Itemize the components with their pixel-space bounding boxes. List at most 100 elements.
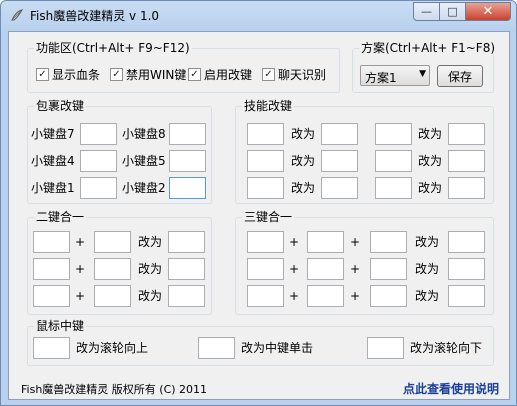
combo3-key2-input[interactable]: [307, 258, 344, 280]
checkbox-show-health[interactable]: ✓ 显示血条: [36, 66, 100, 83]
plus-label: +: [75, 262, 86, 276]
skill-target-input[interactable]: [448, 177, 485, 199]
maximize-button[interactable]: □: [439, 2, 466, 21]
checkbox-label: 禁用WIN键: [126, 68, 187, 82]
checkmark-icon: ✓: [36, 68, 49, 81]
change-to-label: 改为: [415, 289, 440, 303]
skill-source-input[interactable]: [375, 150, 412, 172]
combo2-key2-input[interactable]: [94, 258, 131, 280]
change-to-label: 改为: [138, 235, 163, 249]
inventory-slot-input[interactable]: [169, 123, 206, 145]
combo2-key1-input[interactable]: [33, 285, 70, 307]
change-to-label: 改为: [415, 262, 440, 276]
plus-label: +: [350, 262, 361, 276]
skill-target-input[interactable]: [448, 123, 485, 145]
fish-app-icon: [11, 9, 24, 21]
minimize-icon: —: [421, 5, 432, 18]
skill-target-input[interactable]: [321, 123, 358, 145]
change-to-label: 改为: [418, 181, 443, 195]
combo2-target-input[interactable]: [168, 231, 205, 253]
inventory-slot-label: 小键盘2: [122, 181, 166, 195]
inventory-slot-label: 小键盘4: [31, 154, 75, 168]
combo2-title: 二键合一: [34, 210, 87, 224]
skill-target-input[interactable]: [321, 177, 358, 199]
client-area: 功能区(Ctrl+Alt+ F9~F12) ✓ 显示血条 ✓ 禁用WIN键 ✓ …: [8, 31, 510, 400]
plus-label: +: [75, 289, 86, 303]
mouse-scroll-up-input[interactable]: [33, 337, 70, 359]
scheme-selected-value: 方案1: [365, 71, 397, 85]
mouse-middle-click-input[interactable]: [198, 337, 235, 359]
middle-click-label: 改为中键单击: [241, 341, 314, 355]
combo2-key2-input[interactable]: [94, 285, 131, 307]
function-area-title: 功能区(Ctrl+Alt+ F9~F12): [34, 41, 192, 55]
maximize-icon: □: [447, 5, 458, 18]
combo3-key1-input[interactable]: [247, 258, 284, 280]
skill-source-input[interactable]: [375, 177, 412, 199]
skill-target-input[interactable]: [448, 150, 485, 172]
main-window: Fish魔兽改建精灵 v 1.0 — □ ✕ 功能区(Ctrl+Alt+ F9~…: [0, 0, 517, 406]
combo3-target-input[interactable]: [448, 231, 485, 253]
checkbox-disable-win[interactable]: ✓ 禁用WIN键: [110, 66, 186, 83]
combo3-target-input[interactable]: [448, 285, 485, 307]
combo3-key1-input[interactable]: [247, 285, 284, 307]
inventory-slot-input[interactable]: [169, 150, 206, 172]
help-link[interactable]: 点此查看使用说明: [403, 380, 499, 397]
checkbox-chat-detect[interactable]: ✓ 聊天识别: [262, 66, 326, 83]
combo3-key3-input[interactable]: [370, 231, 407, 253]
change-to-label: 改为: [138, 289, 163, 303]
checkbox-label: 聊天识别: [278, 68, 327, 82]
window-title: Fish魔兽改建精灵 v 1.0: [30, 9, 160, 23]
checkmark-icon: ✓: [188, 68, 201, 81]
inventory-slot-label: 小键盘1: [31, 181, 75, 195]
inventory-title: 包裹改键: [34, 99, 87, 113]
inventory-slot-label: 小键盘5: [122, 154, 166, 168]
combo3-key1-input[interactable]: [247, 231, 284, 253]
combo2-target-input[interactable]: [168, 285, 205, 307]
title-bar[interactable]: Fish魔兽改建精灵 v 1.0 — □ ✕: [1, 1, 516, 30]
combo2-key1-input[interactable]: [33, 231, 70, 253]
save-button[interactable]: 保存: [437, 65, 483, 87]
scheme-title: 方案(Ctrl+Alt+ F1~F8): [359, 41, 498, 55]
skill-source-input[interactable]: [247, 177, 284, 199]
checkbox-label: 启用改键: [204, 68, 253, 82]
minimize-button[interactable]: —: [413, 2, 440, 21]
skill-source-input[interactable]: [375, 123, 412, 145]
close-button[interactable]: ✕: [465, 2, 511, 21]
checkbox-enable-remap[interactable]: ✓ 启用改键: [188, 66, 252, 83]
plus-label: +: [350, 289, 361, 303]
skill-target-input[interactable]: [321, 150, 358, 172]
skill-source-input[interactable]: [247, 123, 284, 145]
change-to-label: 改为: [418, 154, 443, 168]
mouse-scroll-down-input[interactable]: [367, 337, 404, 359]
skill-source-input[interactable]: [247, 150, 284, 172]
combo2-key1-input[interactable]: [33, 258, 70, 280]
inventory-slot-label: 小键盘7: [31, 127, 75, 141]
dropdown-arrow-icon: ▼: [419, 69, 426, 79]
combo3-target-input[interactable]: [448, 258, 485, 280]
combo3-key3-input[interactable]: [370, 285, 407, 307]
plus-label: +: [350, 235, 361, 249]
scheme-select[interactable]: 方案1 ▼: [360, 65, 430, 86]
combo3-key2-input[interactable]: [307, 231, 344, 253]
change-to-label: 改为: [291, 181, 316, 195]
inventory-slot-input[interactable]: [80, 150, 117, 172]
plus-label: +: [289, 262, 300, 276]
change-to-label: 改为: [415, 235, 440, 249]
mouse-middle-title: 鼠标中键: [34, 319, 87, 333]
inventory-slot-input[interactable]: [80, 123, 117, 145]
combo3-key2-input[interactable]: [307, 285, 344, 307]
close-icon: ✕: [482, 4, 494, 19]
combo2-key2-input[interactable]: [94, 231, 131, 253]
plus-label: +: [289, 289, 300, 303]
change-to-label: 改为: [291, 127, 316, 141]
combo3-title: 三键合一: [242, 210, 295, 224]
inventory-slot-input[interactable]: [80, 177, 117, 199]
checkmark-icon: ✓: [262, 68, 275, 81]
combo3-key3-input[interactable]: [370, 258, 407, 280]
combo2-target-input[interactable]: [168, 258, 205, 280]
skills-title: 技能改键: [242, 99, 295, 113]
inventory-slot-input-focused[interactable]: [169, 177, 206, 199]
checkmark-icon: ✓: [110, 68, 123, 81]
copyright-text: Fish魔兽改建精灵 版权所有 (C) 2011: [21, 383, 208, 396]
change-to-label: 改为: [418, 127, 443, 141]
